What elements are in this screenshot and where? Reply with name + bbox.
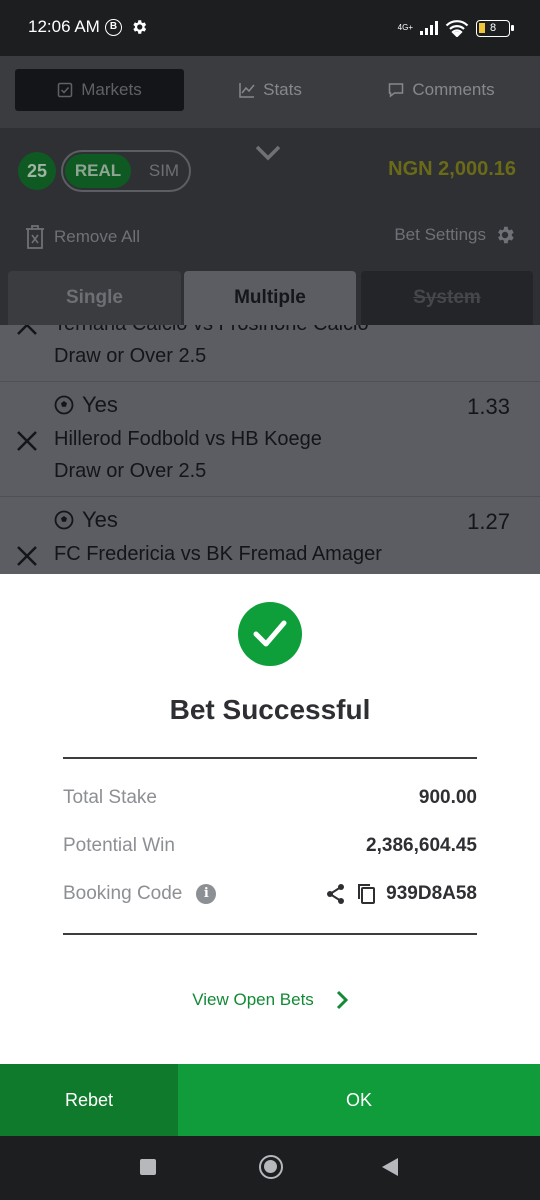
list-item: Ternana Calcio vs Frosinone Calcio Draw …: [0, 325, 540, 382]
view-open-bets-label: View Open Bets: [192, 990, 314, 1009]
top-nav: Markets Stats Comments: [0, 56, 540, 128]
tab-markets-label: Markets: [81, 80, 142, 99]
match-name: Ternana Calcio vs Frosinone Calcio: [54, 325, 369, 336]
settings-gear-icon: [133, 20, 147, 34]
recents-icon[interactable]: [140, 1159, 156, 1175]
pick: Yes: [54, 392, 118, 418]
wifi-icon: [445, 20, 469, 37]
soccer-ball-icon: [54, 395, 74, 415]
pick-label: Yes: [82, 507, 118, 532]
match-name: FC Fredericia vs BK Fremad Amager: [54, 543, 382, 565]
system-nav-bar: [0, 1136, 540, 1200]
tab-multiple[interactable]: Multiple: [184, 271, 356, 325]
total-stake-label: Total Stake: [63, 787, 157, 808]
battery-icon: 8: [476, 19, 514, 37]
pick: Yes: [54, 507, 118, 533]
checkbox-icon: [58, 82, 73, 98]
b-badge-icon: B: [105, 19, 122, 36]
market-name: Draw or Over 2.5: [54, 460, 207, 482]
remove-selection-icon[interactable]: [16, 545, 38, 567]
comment-icon: [389, 83, 404, 98]
soccer-ball-icon: [54, 510, 74, 530]
odds: 1.33: [467, 394, 510, 419]
market-name: Draw or Over 2.5: [54, 345, 207, 367]
booking-code-row: Booking Code i 939D8A58: [63, 879, 477, 909]
remove-selection-icon[interactable]: [16, 430, 38, 452]
chart-icon: [239, 83, 255, 98]
real-sim-toggle[interactable]: REAL SIM: [61, 150, 191, 192]
selection-list: Ternana Calcio vs Frosinone Calcio Draw …: [0, 325, 540, 574]
view-open-bets-link[interactable]: View Open Bets: [0, 990, 540, 1010]
tab-comments-label: Comments: [412, 80, 495, 99]
success-check-icon: [238, 602, 302, 666]
bet-settings-label: Bet Settings: [394, 225, 486, 244]
tab-comments[interactable]: Comments: [357, 69, 526, 111]
share-icon[interactable]: [326, 883, 346, 905]
trash-icon: [26, 225, 44, 249]
tab-markets[interactable]: Markets: [15, 69, 184, 111]
potential-win-label: Potential Win: [63, 835, 175, 856]
booking-code-value: 939D8A58: [386, 883, 477, 904]
bet-success-dialog: Bet Successful Total Stake 900.00 Potent…: [0, 574, 540, 1136]
back-icon[interactable]: [382, 1158, 398, 1176]
mode-real[interactable]: REAL: [65, 154, 131, 188]
copy-icon[interactable]: [356, 883, 376, 905]
dialog-title: Bet Successful: [169, 694, 371, 725]
remove-all-label: Remove All: [54, 227, 140, 246]
chevron-right-icon: [336, 990, 348, 1010]
total-stake-row: Total Stake 900.00: [63, 783, 477, 813]
remove-all-button[interactable]: Remove All: [24, 224, 140, 250]
booking-code-group: 939D8A58: [326, 883, 477, 905]
booking-code-label: Booking Code: [63, 883, 183, 904]
ok-button[interactable]: OK: [178, 1064, 540, 1136]
tab-single[interactable]: Single: [8, 271, 181, 325]
potential-win-row: Potential Win 2,386,604.45: [63, 831, 477, 861]
total-stake-value: 900.00: [418, 787, 477, 808]
tab-system[interactable]: System: [361, 271, 533, 325]
tab-stats-label: Stats: [263, 80, 302, 99]
divider: [63, 757, 477, 759]
status-bar: 12:06 AM B 4G+ 8: [0, 0, 540, 56]
bet-settings-button[interactable]: Bet Settings: [394, 224, 516, 246]
potential-win-value: 2,386,604.45: [366, 835, 477, 856]
match-name: Hillerod Fodbold vs HB Koege: [54, 428, 322, 450]
chevron-down-icon[interactable]: [254, 144, 282, 162]
pick-label: Yes: [82, 392, 118, 417]
network-type: 4G+: [397, 23, 413, 32]
divider: [63, 933, 477, 935]
gear-icon: [498, 226, 514, 244]
rebet-button[interactable]: Rebet: [0, 1064, 178, 1136]
signal-icon: [420, 21, 438, 35]
home-icon[interactable]: [259, 1155, 283, 1179]
account-balance: NGN 2,000.16: [388, 158, 516, 180]
clock: 12:06 AM: [28, 17, 100, 36]
mode-sim[interactable]: SIM: [141, 154, 187, 188]
selection-count-badge: 25: [18, 152, 56, 190]
booking-code-label-group: Booking Code i: [63, 883, 217, 905]
odds: 1.27: [467, 509, 510, 534]
list-item: Yes 1.33 Hillerod Fodbold vs HB Koege Dr…: [0, 382, 540, 497]
remove-selection-icon[interactable]: [16, 325, 38, 336]
info-icon[interactable]: i: [196, 884, 217, 904]
tab-stats[interactable]: Stats: [186, 69, 355, 111]
list-item: Yes 1.27 FC Fredericia vs BK Fremad Amag…: [0, 497, 540, 574]
